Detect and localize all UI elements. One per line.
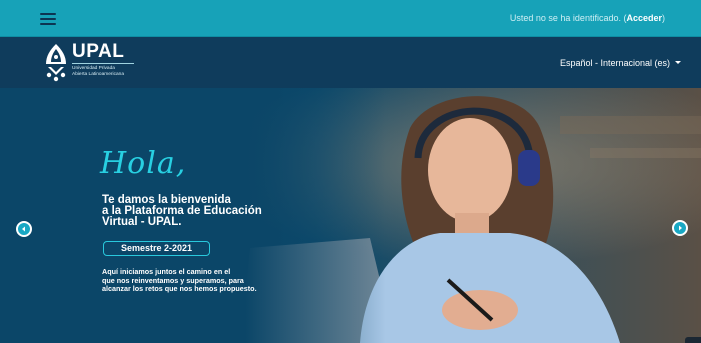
slide-description: Aquí iniciamos juntos el camino en el qu… [102,267,257,294]
top-navbar: Usted no se ha identificado. (Acceder) [0,0,701,37]
hero-carousel: Hola, Te damos la bienvenida a la Plataf… [0,88,701,343]
menu-hamburger-icon[interactable] [40,13,56,25]
slide-welcome-text: Te damos la bienvenida a la Plataforma d… [102,194,322,228]
semester-badge: Semestre 2-2021 [103,241,210,256]
upal-logo-icon[interactable] [44,42,68,82]
logo-subtitle: Universidad Privada Abierta Latinoameric… [72,66,124,78]
carousel-next-button[interactable] [672,220,688,236]
chevron-right-icon [679,225,682,231]
chevron-left-icon [22,226,25,232]
logo-divider [72,63,134,64]
description-line-3: alcanzar los retos que nos hemos propues… [102,284,257,293]
corner-widget [685,337,701,343]
slide-greeting: Hola, [100,146,187,181]
site-header: UPAL Universidad Privada Abierta Latinoa… [0,37,701,88]
carousel-prev-button[interactable] [16,221,32,237]
language-selector[interactable]: Español - Internacional (es) [560,58,681,68]
welcome-line-3: Virtual - UPAL. [102,216,182,228]
login-status-text: Usted no se ha identificado. ( [509,13,627,23]
language-label: Español - Internacional (es) [559,58,670,68]
logo-title: UPAL [72,41,125,62]
login-link[interactable]: Acceder [626,13,662,23]
login-status-suffix: ) [662,13,665,23]
logo-subtitle-line-2: Abierta Latinoamericana [72,72,124,77]
login-status: Usted no se ha identificado. (Acceder) [510,13,665,23]
chevron-down-icon [675,61,681,64]
